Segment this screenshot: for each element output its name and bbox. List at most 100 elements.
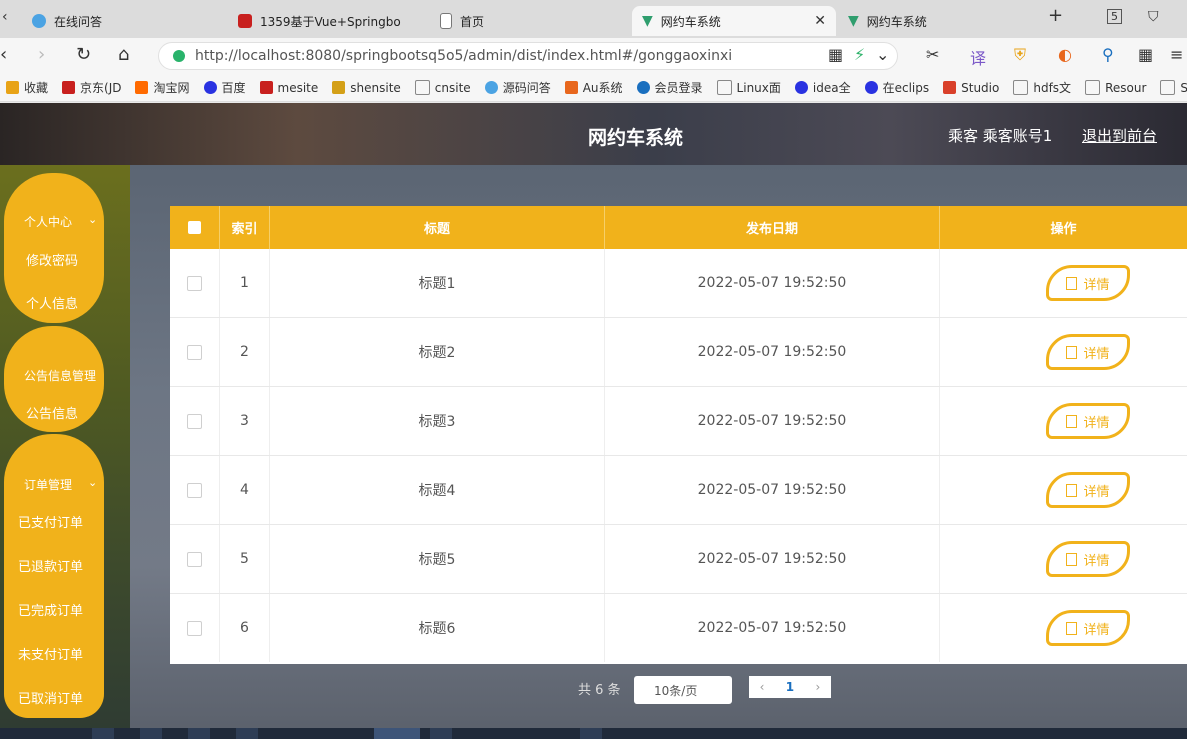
forward-icon[interactable]: ›	[38, 44, 45, 65]
reload-icon[interactable]: ↻	[76, 44, 91, 65]
secure-site-icon	[173, 50, 185, 62]
browser-tab-1[interactable]: 在线问答	[22, 6, 222, 36]
column-header-date[interactable]: 发布日期	[605, 206, 940, 249]
app-title: 网约车系统	[588, 127, 684, 149]
chevron-down-icon[interactable]: ⌄	[88, 476, 97, 489]
jd-icon	[62, 81, 76, 94]
bookmark-cnsite[interactable]: cnsite	[414, 80, 471, 95]
game-icon[interactable]: ◐	[1058, 45, 1072, 64]
current-page-number[interactable]: 1	[786, 680, 794, 694]
row-checkbox[interactable]	[187, 275, 202, 291]
bookmark-qa[interactable]: 源码问答	[484, 79, 551, 96]
prev-page-icon[interactable]: ‹	[760, 680, 765, 694]
bookmark-favorites[interactable]: 收藏	[6, 79, 48, 96]
chevron-down-icon[interactable]: ⌄	[876, 45, 889, 64]
column-header-index[interactable]: 索引	[220, 206, 270, 249]
bookmark-shensite[interactable]: shensite	[332, 81, 401, 95]
browser-tab-5[interactable]: ▼ 网约车系统	[838, 6, 1038, 36]
bookmark-idea[interactable]: idea全	[794, 79, 851, 96]
address-url: http://localhost:8080/springbootsq5o5/ad…	[195, 48, 733, 64]
detail-button[interactable]: 详情	[1046, 610, 1130, 646]
search-icon[interactable]: ⚲	[1102, 45, 1114, 64]
row-checkbox[interactable]	[187, 413, 202, 429]
vue-icon: ▼	[848, 13, 859, 29]
bookmark-hdfs[interactable]: hdfs文	[1013, 79, 1071, 96]
browser-tab-2[interactable]: 1359基于Vue+Springbo	[228, 6, 426, 36]
new-tab-icon[interactable]: +	[1048, 5, 1063, 26]
page-size-value: 10条/页	[654, 683, 698, 698]
bookmark-jd[interactable]: 京东(JD	[62, 79, 121, 96]
taskbar-app[interactable]	[236, 728, 258, 739]
menu-item-notice-info[interactable]: 公告信息	[26, 403, 78, 422]
site-favicon-gold	[332, 81, 346, 94]
detail-button[interactable]: 详情	[1046, 472, 1130, 508]
detail-button[interactable]: 详情	[1046, 334, 1130, 370]
document-icon	[1066, 345, 1078, 359]
address-bar[interactable]: http://localhost:8080/springbootsq5o5/ad…	[158, 42, 898, 70]
taskbar-app[interactable]	[580, 728, 602, 739]
tab-scroll-left-icon[interactable]: ‹	[2, 9, 8, 25]
taskbar-app[interactable]	[430, 728, 452, 739]
translate-icon[interactable]: 译	[970, 45, 986, 69]
bookmark-sp[interactable]: Sp	[1160, 80, 1187, 95]
menu-head-orders[interactable]: 订单管理	[24, 476, 72, 493]
shirt-icon[interactable]: ⛉	[1148, 9, 1159, 25]
cloud-icon	[636, 81, 650, 94]
taskbar-app[interactable]	[140, 728, 162, 739]
taskbar-app-active[interactable]	[374, 728, 420, 739]
menu-head-notice[interactable]: 公告信息管理	[24, 367, 96, 384]
taskbar-app[interactable]	[188, 728, 210, 739]
menu-item-unpaid-orders[interactable]: 未支付订单	[18, 644, 83, 663]
bookmark-baidu[interactable]: 百度	[203, 79, 246, 96]
home-icon[interactable]: ⌂	[118, 44, 129, 65]
logout-link[interactable]: 退出到前台	[1082, 125, 1157, 146]
document-icon	[1066, 483, 1078, 497]
lightning-icon[interactable]: ⚡	[854, 45, 865, 64]
row-checkbox[interactable]	[187, 344, 202, 360]
bookmark-au[interactable]: Au系统	[564, 79, 623, 96]
row-checkbox[interactable]	[187, 620, 202, 636]
scissors-icon[interactable]: ✂	[926, 45, 939, 64]
shield-icon[interactable]: ⛨	[1014, 45, 1026, 65]
action-cell: 详情	[940, 525, 1187, 593]
apps-grid-icon[interactable]: ▦	[1138, 45, 1153, 64]
menu-item-personal-info[interactable]: 个人信息	[26, 293, 78, 312]
detail-button[interactable]: 详情	[1046, 541, 1130, 577]
bookmark-taobao[interactable]: 淘宝网	[135, 79, 190, 96]
detail-button[interactable]: 详情	[1046, 265, 1130, 301]
next-page-icon[interactable]: ›	[815, 680, 820, 694]
date-cell: 2022-05-07 19:52:50	[605, 456, 940, 524]
menu-item-paid-orders[interactable]: 已支付订单	[18, 512, 83, 531]
site-favicon-red	[238, 14, 252, 28]
close-tab-icon[interactable]: ✕	[814, 13, 826, 29]
bookmarks-bar: 收藏 京东(JD 淘宝网 百度 mesite shensite cnsite 源…	[0, 74, 1187, 102]
menu-item-completed-orders[interactable]: 已完成订单	[18, 600, 83, 619]
page-icon	[1013, 80, 1029, 95]
bookmark-eclipse[interactable]: 在eclips	[864, 79, 929, 96]
bookmark-studio[interactable]: Studio	[943, 81, 999, 95]
back-icon[interactable]: ‹	[0, 44, 7, 65]
select-all-checkbox[interactable]	[188, 221, 201, 234]
menu-head-personal[interactable]: 个人中心	[24, 213, 72, 230]
page-size-select[interactable]: 10条/页	[634, 676, 732, 704]
chevron-down-icon[interactable]: ⌄	[88, 213, 97, 226]
row-checkbox[interactable]	[187, 551, 202, 567]
detail-button[interactable]: 详情	[1046, 403, 1130, 439]
row-checkbox[interactable]	[187, 482, 202, 498]
bookmark-mesite[interactable]: mesite	[259, 81, 318, 95]
browser-tab-4-active[interactable]: ▼ 网约车系统 ✕	[632, 6, 836, 36]
qa-site-icon	[32, 14, 46, 28]
menu-item-cancelled-orders[interactable]: 已取消订单	[18, 688, 83, 707]
menu-item-refunded-orders[interactable]: 已退款订单	[18, 556, 83, 575]
pagination-total: 共 6 条	[578, 683, 621, 698]
bookmark-resour[interactable]: Resour	[1085, 80, 1146, 95]
bookmark-linux[interactable]: Linux面	[716, 79, 781, 96]
qr-code-icon[interactable]: ▦	[828, 45, 843, 64]
bookmark-member[interactable]: 会员登录	[636, 79, 703, 96]
menu-item-change-password[interactable]: 修改密码	[26, 250, 78, 269]
tab-count-badge[interactable]: 5	[1107, 9, 1122, 24]
menu-icon[interactable]: ≡	[1170, 45, 1183, 64]
column-header-title[interactable]: 标题	[270, 206, 605, 249]
taskbar-app[interactable]	[92, 728, 114, 739]
browser-tab-3[interactable]: 首页	[430, 6, 630, 36]
